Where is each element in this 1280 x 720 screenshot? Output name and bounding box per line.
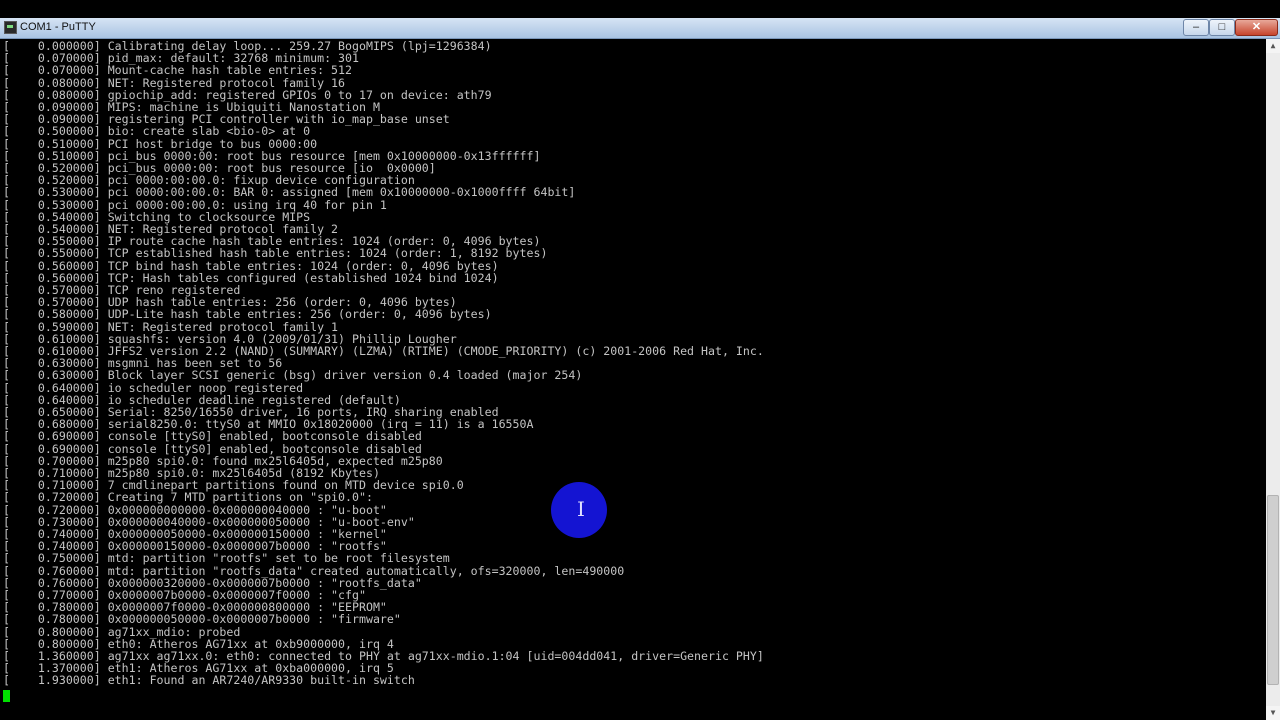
- terminal-line: [ 0.690000] console [ttyS0] enabled, boo…: [3, 429, 422, 444]
- terminal-line: [ 0.510000] PCI host bridge to bus 0000:…: [3, 136, 318, 151]
- terminal-line: [ 0.690000] console [ttyS0] enabled, boo…: [3, 441, 422, 456]
- window-titlebar[interactable]: COM1 - PuTTY – □ ✕: [0, 18, 1280, 39]
- terminal-line: [ 0.530000] pci 0000:00:00.0: using irq …: [3, 197, 387, 212]
- terminal-line: [ 0.550000] TCP established hash table e…: [3, 246, 548, 261]
- text-cursor-ibeam-icon: I: [577, 497, 585, 521]
- terminal-cursor: [3, 690, 10, 702]
- terminal-line: [ 0.070000] Mount-cache hash table entri…: [3, 63, 353, 78]
- maximize-button[interactable]: □: [1209, 19, 1235, 36]
- terminal-line: [ 0.500000] bio: create slab <bio-0> at …: [3, 124, 311, 139]
- scroll-up-arrow-icon[interactable]: ▲: [1266, 39, 1280, 53]
- terminal-line: [ 0.800000] ag71xx_mdio: probed: [3, 624, 241, 639]
- terminal-line: [ 0.530000] pci 0000:00:00.0: BAR 0: ass…: [3, 185, 576, 200]
- terminal-line: [ 0.760000] mtd: partition "rootfs_data"…: [3, 563, 625, 578]
- terminal-line: [ 0.580000] UDP-Lite hash table entries:…: [3, 307, 492, 322]
- terminal-line: [ 0.720000] Creating 7 MTD partitions on…: [3, 490, 373, 505]
- window-title: COM1 - PuTTY: [20, 21, 96, 33]
- scroll-thumb[interactable]: [1267, 495, 1279, 685]
- scroll-down-arrow-icon[interactable]: ▼: [1266, 706, 1280, 720]
- terminal-line: [ 0.750000] mtd: partition "rootfs" set …: [3, 551, 450, 566]
- terminal-output[interactable]: [ 0.000000] Calibrating delay loop... 25…: [0, 39, 1266, 720]
- terminal-line: [ 0.560000] TCP bind hash table entries:…: [3, 258, 499, 273]
- screen-top-strip: [0, 0, 1280, 18]
- vertical-scrollbar[interactable]: ▲ ▼: [1266, 39, 1280, 720]
- terminal-line: [ 0.630000] Block layer SCSI generic (bs…: [3, 368, 583, 383]
- terminal-line: [ 0.720000] 0x000000000000-0x00000004000…: [3, 502, 387, 517]
- putty-terminal-icon[interactable]: [4, 21, 17, 34]
- terminal-line: [ 1.930000] eth1: Found an AR7240/AR9330…: [3, 673, 415, 688]
- terminal-line: [ 0.080000] NET: Registered protocol fam…: [3, 75, 346, 90]
- terminal-line: [ 0.780000] 0x000000050000-0x0000007b000…: [3, 612, 401, 627]
- terminal-line: [ 0.640000] io scheduler noop registered: [3, 380, 304, 395]
- minimize-button[interactable]: –: [1183, 19, 1209, 36]
- terminal-line: [ 0.590000] NET: Registered protocol fam…: [3, 319, 339, 334]
- close-button[interactable]: ✕: [1235, 19, 1278, 36]
